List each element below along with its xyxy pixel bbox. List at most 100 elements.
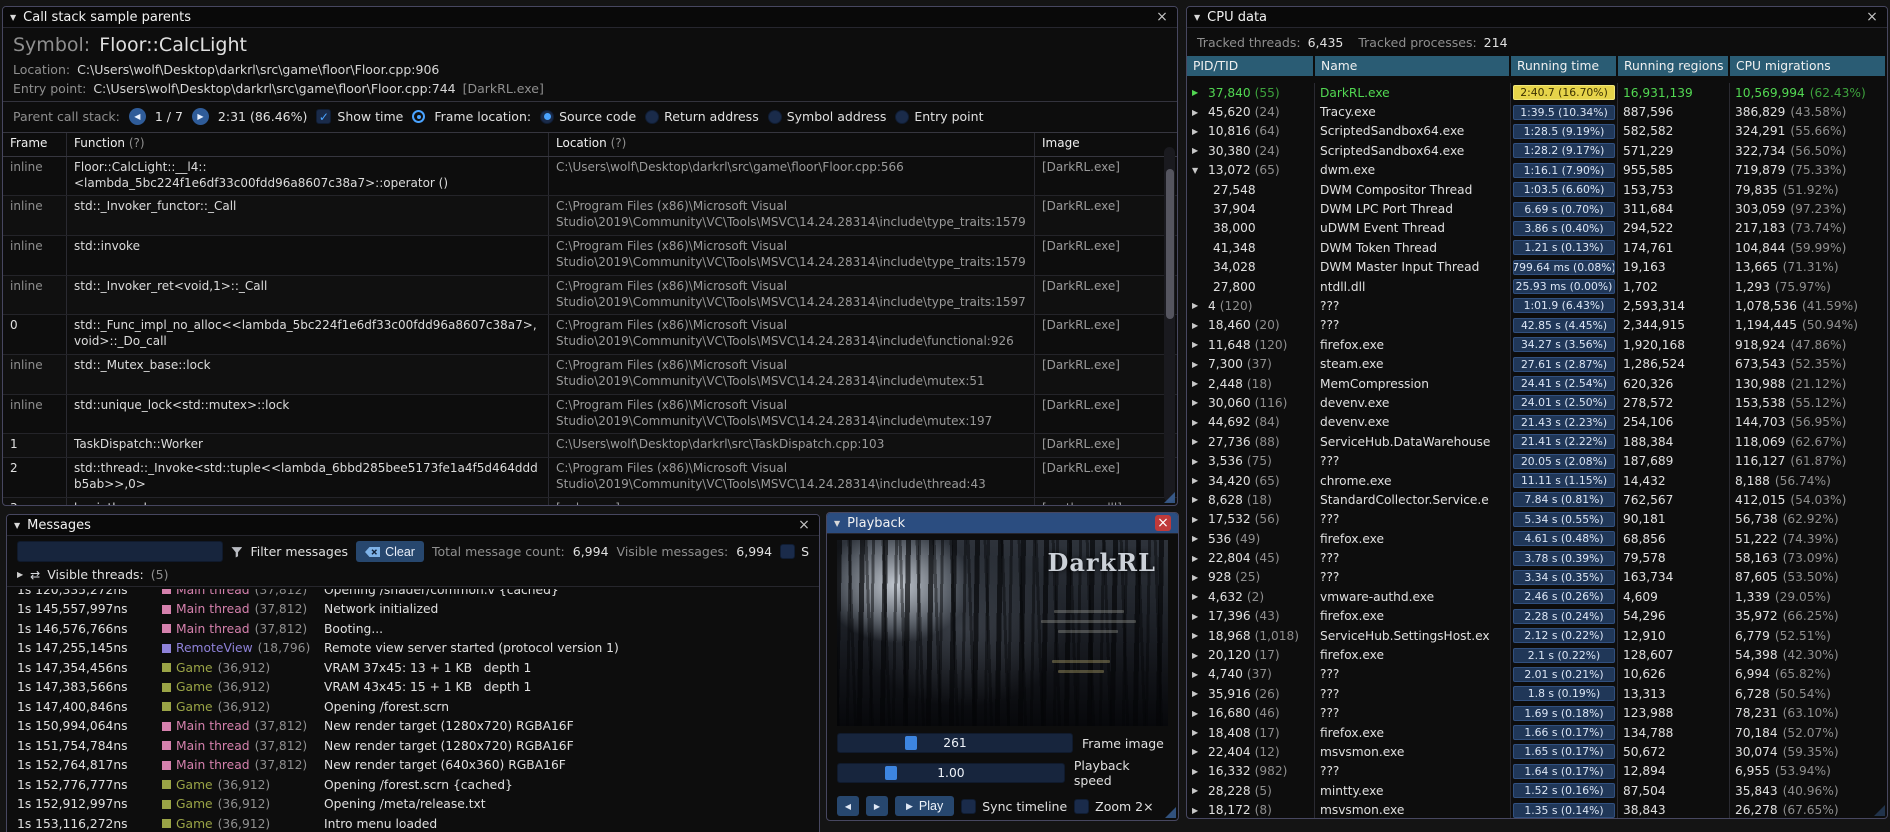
scrollbar-thumb[interactable] (1165, 169, 1174, 319)
callstack-frame-row[interactable]: 2 std::thread::_Invoke<std::tuple<<lambda… (3, 458, 1177, 498)
cpu-process-row[interactable]: ▶ 8,628 (18) StandardCollector.Service.e 7.8… (1187, 490, 1887, 510)
expand-arrow-icon[interactable]: ▶ (1192, 786, 1204, 795)
resize-grip[interactable] (1165, 807, 1176, 818)
cpu-process-row[interactable]: ▶ 22,804 (45)??? 3.78 s (0.39%) 79,578 58,163… (1187, 548, 1887, 568)
expand-arrow-icon[interactable]: ▶ (1192, 457, 1204, 466)
cpu-process-row[interactable]: 37,904 DWM LPC Port Thread 6.69 s (0.70%) 3… (1187, 199, 1887, 219)
expand-arrow-icon[interactable]: ▶ (1192, 476, 1204, 485)
cpu-process-row[interactable]: ▶ 18,968 (1,018) ServiceHub.SettingsHost.ex… (1187, 625, 1887, 646)
filter-input[interactable] (17, 541, 223, 562)
collapse-arrow-icon[interactable]: ▼ (1192, 166, 1204, 175)
playback-speed-slider[interactable]: 1.00 (837, 763, 1065, 783)
radio-symbol-address[interactable]: Symbol address (767, 109, 886, 124)
cpu-process-row[interactable]: ▶ 10,816 (64) ScriptedSandbox64.exe 1:28.5 (… (1187, 121, 1887, 142)
cpu-process-row[interactable]: ▶ 20,120 (17) firefox.exe 2.1 s (0.22%) 128,6… (1187, 645, 1887, 665)
collapse-icon[interactable]: ▼ (10, 13, 16, 22)
callstack-titlebar[interactable]: ▼ Call stack sample parents × (3, 7, 1177, 28)
message-row[interactable]: 1s 145,557,997ns Main thread (37,812) Netwo… (17, 600, 809, 620)
cpu-process-row[interactable]: ▶ 536 (49) firefox.exe 4.61 s (0.48%) 68,856 5… (1187, 528, 1887, 549)
cpu-process-row[interactable]: ▶ 4 (120)??? 1:01.9 (6.43%) 2,593,314 1,078,5… (1187, 296, 1887, 316)
expand-arrow-icon[interactable]: ▶ (1192, 515, 1204, 524)
expand-arrow-icon[interactable]: ▶ (1192, 360, 1204, 369)
close-icon[interactable]: × (796, 517, 812, 533)
expand-arrow-icon[interactable]: ▶ (1192, 670, 1204, 679)
expand-arrow-icon[interactable]: ▶ (1192, 321, 1204, 330)
cpu-process-row[interactable]: ▶ 30,380 (24) ScriptedSandbox64.exe 1:28.2 (… (1187, 141, 1887, 161)
cpu-process-row[interactable]: ▶ 16,332 (982)??? 1.64 s (0.17%) 12,894 6,955… (1187, 761, 1887, 782)
expand-arrow-icon[interactable]: ▶ (1192, 379, 1204, 388)
cpu-process-row[interactable]: ▶ 22,404 (12) msvsmon.exe 1.65 s (0.17%) 50,6… (1187, 742, 1887, 762)
expand-arrow-icon[interactable]: ▶ (1192, 146, 1204, 155)
message-list[interactable]: 1s 120,335,272ns Main thread (37,812) Openi… (7, 589, 819, 832)
close-icon[interactable]: × (1154, 9, 1170, 25)
cpu-process-row[interactable]: ▶ 34,420 (65) chrome.exe 11.11 s (1.15%) 14,4… (1187, 470, 1887, 491)
prev-parent-button[interactable]: ◀ (128, 108, 146, 125)
collapse-icon[interactable]: ▼ (1194, 13, 1200, 22)
expand-arrow-icon[interactable]: ▶ (1192, 631, 1204, 640)
column-hint[interactable]: (?) (611, 136, 627, 150)
expand-arrow-icon[interactable]: ▶ (1192, 573, 1204, 582)
cpu-process-row[interactable]: ▶ 28,228 (5) mintty.exe 1.52 s (0.16%) 87,504… (1187, 781, 1887, 801)
expand-arrow-icon[interactable]: ▶ (1192, 108, 1204, 117)
cpu-process-row[interactable]: ▼ 13,072 (65) dwm.exe 1:16.1 (7.90%) 955,585 7… (1187, 160, 1887, 180)
expand-arrow-icon[interactable]: ▶ (1192, 554, 1204, 563)
expand-arrow-icon[interactable]: ▶ (1192, 301, 1204, 310)
playback-titlebar[interactable]: ▼ Playback × (827, 513, 1178, 534)
cpu-process-row[interactable]: 27,548 DWM Compositor Thread 1:03.5 (6.60%… (1187, 179, 1887, 200)
callstack-frame-row[interactable]: inline Floor::CalcLight::__l4::<lambda_5b… (3, 156, 1177, 197)
column-name[interactable]: Name (1315, 56, 1511, 76)
message-row[interactable]: 1s 147,383,566ns Game (36,912) VRAM 43x45: … (17, 678, 809, 698)
message-row[interactable]: 1s 147,400,846ns Game (36,912) Opening /for… (17, 697, 809, 717)
expand-arrow-icon[interactable]: ▶ (1192, 418, 1204, 427)
cpu-process-row[interactable]: ▶ 30,060 (116) devenv.exe 24.01 s (2.50%) 278… (1187, 393, 1887, 413)
cpu-process-row[interactable]: ▶ 928 (25)??? 3.34 s (0.35%) 163,734 87,605 (5… (1187, 567, 1887, 588)
close-icon[interactable]: × (1864, 9, 1880, 25)
column-cpu-migrations[interactable]: CPU migrations (1730, 56, 1887, 76)
radio-entry-point[interactable]: Entry point (895, 109, 983, 124)
cpu-process-row[interactable]: ▶ 44,692 (84) devenv.exe 21.43 s (2.23%) 254,… (1187, 412, 1887, 433)
next-frame-button[interactable]: ▶ (866, 796, 888, 816)
callstack-frame-row[interactable]: inline std::unique_lock<std::mutex>::lock… (3, 394, 1177, 435)
zoom-2x-checkbox[interactable]: Zoom 2× (1074, 798, 1154, 814)
next-parent-button[interactable]: ▶ (191, 108, 209, 125)
column-running-time[interactable]: Running time (1511, 56, 1618, 76)
expand-arrow-icon[interactable]: ▶ (1192, 340, 1204, 349)
callstack-frame-row[interactable]: inline std::invoke C:\Program Files (x86)\… (3, 236, 1177, 276)
message-row[interactable]: 1s 150,994,064ns Main thread (37,812) New r… (17, 717, 809, 737)
callstack-frame-row[interactable]: inline std::_Invoker_functor::_Call C:\Pro… (3, 196, 1177, 237)
message-row[interactable]: 1s 152,912,997ns Game (36,912) Opening /met… (17, 795, 809, 815)
clear-button[interactable]: Clear (356, 541, 424, 562)
tree-collapse-arrow-icon[interactable]: ▶ (17, 570, 23, 579)
play-button[interactable]: ▶ Play (895, 796, 955, 816)
callstack-frame-row[interactable]: inline std::_Invoker_ret<void,1>::_Call C:… (3, 275, 1177, 316)
expand-arrow-icon[interactable]: ▶ (1192, 806, 1204, 815)
close-icon[interactable]: × (1155, 515, 1171, 531)
message-row[interactable]: 1s 147,255,145ns RemoteView (18,796) Remote… (17, 639, 809, 659)
column-pid-tid[interactable]: PID/TID (1187, 56, 1315, 76)
cpu-process-row[interactable]: ▶ 18,172 (8) msvsmon.exe 1.35 s (0.14%) 38,84… (1187, 800, 1887, 818)
cpu-process-row[interactable]: 27,800 ntdll.dll 25.93 ms (0.00%) 1,702 1,29… (1187, 276, 1887, 297)
message-row[interactable]: 1s 153,116,272ns Game (36,912) Intro menu l… (17, 814, 809, 832)
messages-titlebar[interactable]: ▼ Messages × (7, 515, 819, 536)
cpu-titlebar[interactable]: ▼ CPU data × (1187, 7, 1887, 28)
message-row[interactable]: 1s 120,335,272ns Main thread (37,812) Openi… (17, 589, 809, 600)
cpu-process-row[interactable]: ▶ 17,396 (43) firefox.exe 2.28 s (0.24%) 54,2… (1187, 606, 1887, 626)
cpu-process-row[interactable]: ▶ 37,840 (55) DarkRL.exe 2:40.7 (16.70%) 16,9… (1187, 83, 1887, 103)
clipped-checkbox[interactable]: S (780, 544, 809, 559)
callstack-frame-row[interactable]: inline std::_Mutex_base::lock C:\Program F… (3, 355, 1177, 395)
cpu-process-row[interactable]: ▶ 45,620 (24) Tracy.exe 1:39.5 (10.34%) 887,5… (1187, 102, 1887, 122)
cpu-process-row[interactable]: ▶ 17,532 (56)??? 5.34 s (0.55%) 90,181 56,738… (1187, 509, 1887, 529)
expand-arrow-icon[interactable]: ▶ (1192, 437, 1204, 446)
cpu-process-row[interactable]: 41,348 DWM Token Thread 1.21 s (0.13%) 174,… (1187, 238, 1887, 258)
expand-arrow-icon[interactable]: ▶ (1192, 709, 1204, 718)
callstack-frame-row[interactable]: 0 std::_Func_impl_no_alloc<<lambda_5bc224… (3, 315, 1177, 356)
frame-image-slider[interactable]: 261 (837, 733, 1073, 753)
expand-arrow-icon[interactable]: ▶ (1192, 398, 1204, 407)
column-running-regions[interactable]: Running regions (1618, 56, 1730, 76)
expand-arrow-icon[interactable]: ▶ (1192, 689, 1204, 698)
callstack-frame-row[interactable]: 1 TaskDispatch::Worker C:\Users\wolf\Deskt… (3, 434, 1177, 459)
expand-arrow-icon[interactable]: ▶ (1192, 728, 1204, 737)
cpu-process-row[interactable]: 38,000 uDWM Event Thread 3.86 s (0.40%) 294… (1187, 218, 1887, 239)
message-row[interactable]: 1s 152,776,777ns Game (36,912) Opening /for… (17, 775, 809, 795)
collapse-icon[interactable]: ▼ (14, 521, 20, 530)
